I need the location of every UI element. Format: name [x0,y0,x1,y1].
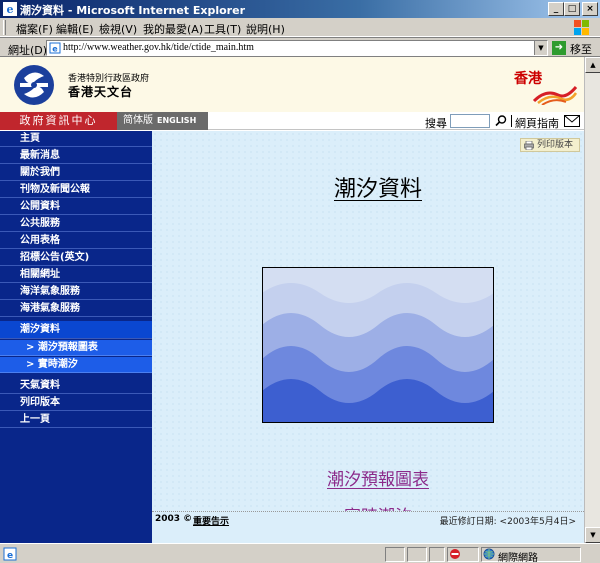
sidebar-item-public-services[interactable]: 公共服務 [0,216,152,232]
address-dropdown-icon[interactable]: ▼ [534,41,547,55]
copyright: 2003 © [155,514,193,524]
tide-waves-image [262,267,494,423]
address-input[interactable]: e http://www.weather.gov.hk/tide/ctide_m… [46,40,548,56]
brand-dragon-icon [532,86,578,105]
sidebar-item-public-info[interactable]: 公開資料 [0,199,152,215]
search-label: 搜尋 [425,117,447,130]
sidebar-item-home[interactable]: 主頁 [0,131,152,147]
tide-forecast-link[interactable]: 潮汐預報圖表 [152,465,584,490]
scroll-down-icon[interactable]: ▼ [585,527,600,543]
org-name-line2: 香港天文台 [68,85,134,99]
svg-text:e: e [7,551,13,561]
gov-info-centre-link[interactable]: 政府資訊中心 [0,112,117,130]
address-url: http://www.weather.gov.hk/tide/ctide_mai… [63,42,254,53]
sidebar-item-forms[interactable]: 公用表格 [0,233,152,249]
page-title: 潮汐資料 [333,177,422,202]
vertical-scrollbar[interactable]: ▲ ▼ [584,57,600,543]
scroll-up-icon[interactable]: ▲ [585,57,600,73]
menu-view[interactable]: 檢視(V) [99,21,137,37]
sidebar: 主頁 最新消息 關於我們 刊物及新聞公報 公開資料 公共服務 公用表格 招標公告… [0,131,152,543]
search-input[interactable] [450,114,490,128]
last-updated: 最近修訂日期: <2003年5月4日> [439,517,576,527]
sidebar-item-publications[interactable]: 刊物及新聞公報 [0,182,152,198]
go-arrow-icon: ➜ [552,41,566,55]
printer-icon [524,141,534,150]
mail-icon[interactable] [564,115,580,127]
internet-zone-icon [483,548,495,560]
sidebar-item-marine[interactable]: 海洋氣象服務 [0,284,152,300]
blocked-icon [450,549,460,559]
sidebar-item-weather[interactable]: 天氣資料 [0,378,152,394]
sidebar-item-news[interactable]: 最新消息 [0,148,152,164]
windows-logo-icon [574,20,589,35]
address-bar: 網址(D) e http://www.weather.gov.hk/tide/c… [0,37,600,57]
status-pane-3 [429,547,445,562]
sidebar-subitem-tide-forecast[interactable]: > 潮汐預報圖表 [0,340,152,356]
english-link[interactable]: ENGLISH [153,116,196,125]
go-button[interactable]: ➜ 移至 [552,40,598,56]
ie-icon: e [3,2,17,16]
status-pane-1 [385,547,405,562]
menu-bar: 檔案(F) 編輯(E) 檢視(V) 我的最愛(A) 工具(T) 說明(H) [0,18,600,37]
maximize-button[interactable]: □ [564,2,580,16]
simplified-chinese-link[interactable]: 简体版 [117,115,153,126]
minimize-button[interactable]: _ [548,2,564,16]
address-label: 網址(D) [8,44,48,57]
print-version-label: 列印版本 [537,140,574,150]
menu-edit[interactable]: 編輯(E) [56,21,94,37]
sidebar-footer [0,511,152,543]
status-pane-2 [407,547,427,562]
svg-text:e: e [7,3,14,16]
sidebar-subitem-realtime-tide[interactable]: > 實時潮汐 [0,357,152,373]
site-banner: 香港特別行政區政府 香港天文台 香港 [0,57,584,112]
go-label: 移至 [570,43,592,56]
print-version-button[interactable]: 列印版本 [520,138,580,152]
security-zone-label: 網際網路 [498,553,538,563]
menu-file[interactable]: 檔案(F) [16,21,53,37]
hko-logo-icon[interactable] [12,64,56,106]
sidebar-item-links[interactable]: 相關網址 [0,267,152,283]
site-guide-link[interactable]: 網頁指南 [515,115,559,131]
sidebar-item-back[interactable]: 上一頁 [0,412,152,428]
sidebar-item-print[interactable]: 列印版本 [0,395,152,411]
sidebar-item-tenders[interactable]: 招標公告(英文) [0,250,152,266]
important-notices-link[interactable]: 重要告示 [193,514,229,527]
title-bar: e 潮汐資料 - Microsoft Internet Explorer _ □… [0,0,600,18]
sidebar-item-port[interactable]: 海港氣象服務 [0,301,152,317]
page-viewport: 香港特別行政區政府 香港天文台 香港 政府資訊中心 简体版 ENGLISH 搜尋 … [0,57,584,543]
menu-favorites[interactable]: 我的最愛(A) [143,21,203,37]
menu-tools[interactable]: 工具(T) [204,21,241,37]
sidebar-item-about[interactable]: 關於我們 [0,165,152,181]
close-button[interactable]: × [582,2,598,16]
search-icon[interactable] [494,114,508,128]
status-bar: e 網際網路 [0,543,600,563]
window-title: 潮汐資料 - Microsoft Internet Explorer [20,4,245,17]
nav-divider [511,115,512,127]
toolbar-grip [3,20,6,35]
language-switch: 简体版 ENGLISH [117,112,208,130]
sidebar-item-tides[interactable]: 潮汐資料 [0,321,152,339]
main-content: 列印版本 潮汐資料 潮汐預報圖表 實時潮汐 [152,131,584,543]
footer-rule [152,511,584,512]
page-footer: 2003 © 重要告示 最近修訂日期: <2003年5月4日> [152,511,584,543]
menu-help[interactable]: 說明(H) [246,21,285,37]
top-nav: 政府資訊中心 简体版 ENGLISH 搜尋 網頁指南 [0,112,584,130]
svg-text:e: e [52,45,58,54]
page-status-icon: e [3,547,17,561]
page-icon: e [49,42,61,54]
